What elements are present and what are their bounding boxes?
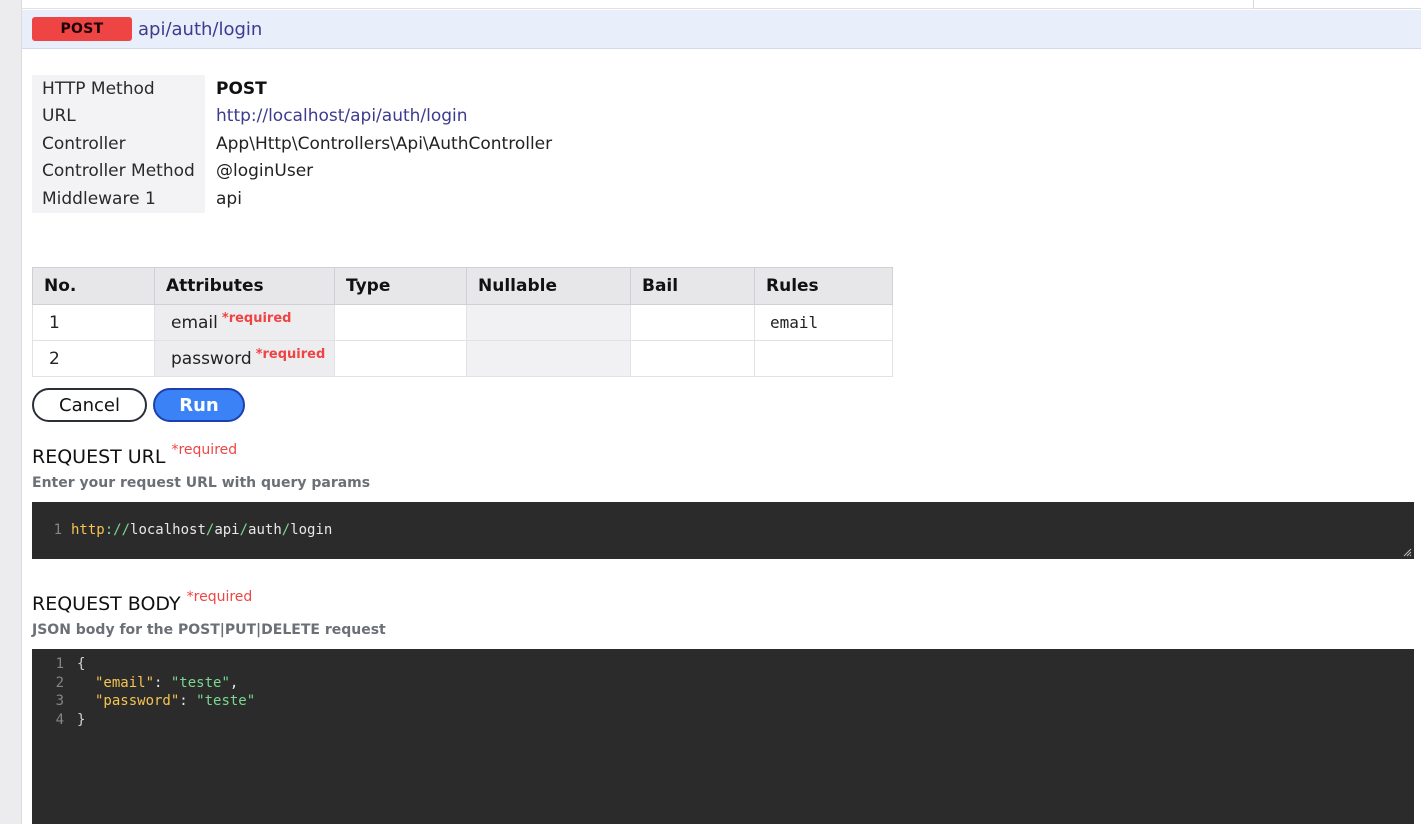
json-comma: ,: [229, 675, 239, 691]
row-number: 1: [32, 304, 155, 341]
required-marker: *required: [186, 589, 253, 605]
info-key: URL: [32, 102, 205, 130]
rules-cell: email: [754, 304, 893, 341]
request-url-label: REQUEST URL: [32, 446, 166, 468]
info-key: Controller: [32, 130, 205, 158]
info-value: @loginUser: [216, 161, 314, 182]
attribute-name: email: [171, 312, 218, 333]
top-strip: [22, 0, 1421, 9]
line-number: 1: [53, 522, 62, 538]
required-marker: *required: [255, 346, 326, 362]
table-row: 2 password *required: [32, 340, 893, 377]
url-segment: api: [214, 522, 240, 538]
required-marker: *required: [171, 442, 238, 458]
json-colon: :: [154, 675, 171, 691]
json-line: "password": "teste": [95, 693, 255, 709]
col-header-bail: Bail: [630, 267, 755, 305]
json-value: "teste": [196, 693, 256, 709]
json-colon: :: [179, 693, 197, 709]
info-row-middleware: Middleware 1 api: [32, 185, 552, 213]
rules-cell: [754, 340, 893, 377]
request-url-subtitle: Enter your request URL with query params: [32, 475, 371, 491]
left-rail: [0, 0, 22, 824]
line-number: 4: [55, 712, 64, 728]
request-url-title: REQUEST URL *required: [32, 442, 237, 468]
attributes-table: No. Attributes Type Nullable Bail Rules …: [32, 267, 893, 377]
url-host: localhost: [130, 522, 206, 538]
row-number: 2: [32, 340, 155, 377]
top-strip-corner: [1253, 0, 1421, 9]
json-key: "email": [95, 675, 155, 691]
info-value: App\Http\Controllers\Api\AuthController: [216, 133, 553, 154]
info-key: Middleware 1: [32, 185, 205, 213]
url-link[interactable]: http://localhost/api/auth/login: [205, 103, 552, 131]
url-separator: /: [281, 522, 291, 538]
table-row: 1 email *required email: [32, 304, 893, 341]
url-separator: ://: [104, 522, 131, 538]
info-row-http-method: HTTP Method POST: [32, 75, 552, 103]
request-body-subtitle: JSON body for the POST|PUT|DELETE reques…: [32, 622, 386, 638]
request-body-editor[interactable]: 1 2 3 4 { "email": "teste", "password": …: [32, 649, 1414, 824]
url-segment: login: [290, 522, 333, 538]
required-marker: *required: [221, 310, 292, 326]
attribute-cell: password *required: [154, 340, 335, 377]
json-key: "password": [95, 693, 180, 709]
cancel-button[interactable]: Cancel: [32, 388, 147, 422]
run-button[interactable]: Run: [153, 388, 245, 422]
col-header-attributes: Attributes: [154, 267, 335, 305]
url-segment: auth: [248, 522, 282, 538]
endpoint-info-table: HTTP Method POST URL http://localhost/ap…: [32, 75, 552, 213]
attribute-cell: email *required: [154, 304, 335, 341]
bail-cell: [630, 304, 755, 341]
line-number: 3: [55, 693, 64, 709]
bail-cell: [630, 340, 755, 377]
info-key: HTTP Method: [32, 75, 205, 103]
json-value: "teste": [170, 675, 230, 691]
col-header-nullable: Nullable: [466, 267, 631, 305]
request-url-editor[interactable]: 1 http://localhost/api/auth/login: [32, 502, 1414, 559]
info-value: api: [216, 188, 242, 209]
json-close-brace: }: [77, 712, 86, 728]
endpoint-header[interactable]: POST api/auth/login: [22, 10, 1421, 49]
method-badge: POST: [32, 17, 132, 41]
col-header-rules: Rules: [754, 267, 893, 305]
info-row-controller: Controller App\Http\Controllers\Api\Auth…: [32, 130, 552, 158]
info-row-url: URL http://localhost/api/auth/login: [32, 102, 552, 131]
resize-handle-icon[interactable]: [1402, 547, 1412, 557]
info-value: POST: [216, 78, 267, 99]
attributes-header-row: No. Attributes Type Nullable Bail Rules: [32, 267, 893, 305]
attribute-name: password: [171, 348, 252, 369]
col-header-no: No.: [32, 267, 155, 305]
url-code-line[interactable]: http://localhost/api/auth/login: [71, 522, 332, 538]
request-body-title: REQUEST BODY *required: [32, 589, 252, 615]
col-header-type: Type: [334, 267, 467, 305]
info-key: Controller Method: [32, 157, 205, 185]
request-body-label: REQUEST BODY: [32, 593, 181, 615]
nullable-cell: [466, 304, 631, 341]
line-number: 2: [55, 675, 64, 691]
nullable-cell: [466, 340, 631, 377]
endpoint-path[interactable]: api/auth/login: [138, 19, 262, 40]
info-row-controller-method: Controller Method @loginUser: [32, 157, 552, 185]
line-number: 1: [55, 656, 64, 672]
url-scheme: http: [71, 522, 105, 538]
json-open-brace: {: [77, 656, 86, 672]
json-line: "email": "teste",: [95, 675, 238, 691]
url-separator: /: [239, 522, 249, 538]
type-cell: [334, 304, 467, 341]
type-cell: [334, 340, 467, 377]
